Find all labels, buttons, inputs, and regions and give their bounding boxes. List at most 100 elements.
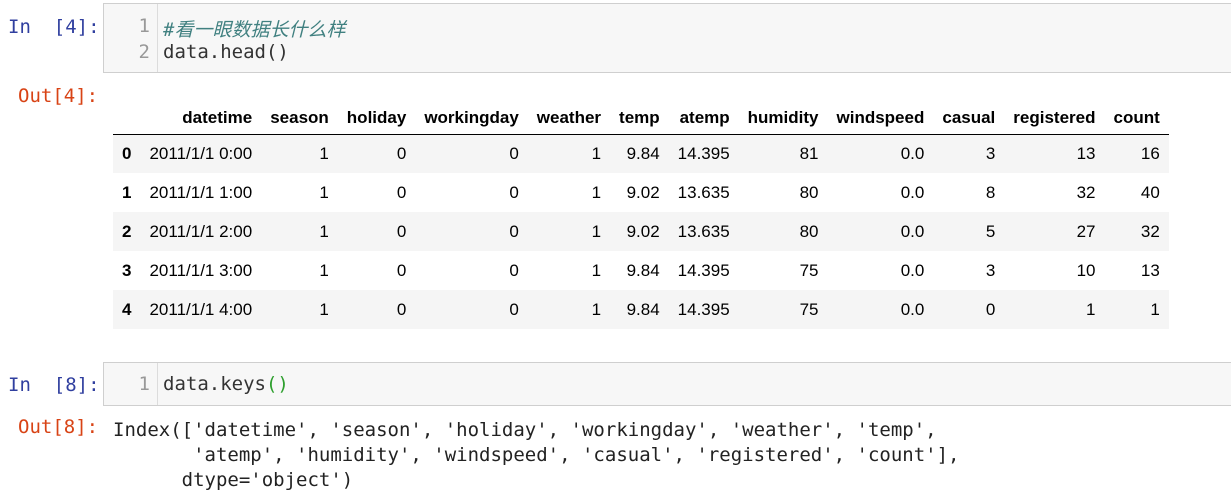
table-cell: 32 bbox=[1140, 221, 1160, 241]
table-cell: 9.84 bbox=[626, 299, 660, 319]
table-cell: 1 bbox=[591, 143, 602, 163]
table-cell: 0 bbox=[509, 143, 519, 163]
column-header: casual bbox=[933, 104, 1005, 135]
table-cell: 0.0 bbox=[900, 299, 925, 319]
row-index: 2 bbox=[122, 221, 132, 241]
column-header-index bbox=[113, 104, 141, 135]
row-index: 1 bbox=[122, 182, 132, 202]
table-row: 1 2011/1/1 1:00 1 0 0 1 9.02 13.635 80 0… bbox=[113, 173, 1169, 212]
line-number: 2 bbox=[138, 41, 150, 63]
table-cell: 14.395 bbox=[677, 299, 730, 319]
code-line[interactable]: data.keys() bbox=[163, 373, 289, 395]
table-cell: 13 bbox=[1076, 143, 1096, 163]
table-cell: 40 bbox=[1140, 182, 1160, 202]
table-cell: 8 bbox=[985, 182, 996, 202]
code-parens: () bbox=[265, 373, 289, 395]
column-header: temp bbox=[610, 104, 669, 135]
code-line[interactable]: data.head() bbox=[163, 41, 289, 63]
column-header: humidity bbox=[738, 104, 828, 135]
table-cell: 13.635 bbox=[677, 221, 730, 241]
table-cell: 0.0 bbox=[900, 221, 925, 241]
table-cell: 1 bbox=[319, 143, 329, 163]
table-cell: 0.0 bbox=[900, 182, 925, 202]
output-line: Index(['datetime', 'season', 'holiday', … bbox=[113, 419, 937, 441]
column-header: workingday bbox=[415, 104, 528, 135]
table-cell: 1 bbox=[1086, 299, 1096, 319]
table-cell: 0 bbox=[509, 299, 519, 319]
table-cell: 10 bbox=[1076, 260, 1096, 280]
table-cell: 2011/1/1 1:00 bbox=[149, 182, 253, 202]
column-header: atemp bbox=[668, 104, 739, 135]
table-row: 3 2011/1/1 3:00 1 0 0 1 9.84 14.395 75 0… bbox=[113, 251, 1169, 290]
table-cell: 2011/1/1 0:00 bbox=[149, 143, 253, 163]
table-cell: 27 bbox=[1076, 221, 1096, 241]
table-cell: 80 bbox=[799, 221, 819, 241]
output-line: 'atemp', 'humidity', 'windspeed', 'casua… bbox=[113, 444, 960, 466]
dataframe-table: datetime season holiday workingday weath… bbox=[113, 104, 1169, 329]
table-cell: 14.395 bbox=[677, 143, 730, 163]
table-cell: 1 bbox=[591, 260, 602, 280]
row-index: 3 bbox=[122, 260, 132, 280]
table-cell: 1 bbox=[591, 221, 602, 241]
table-row: 2 2011/1/1 2:00 1 0 0 1 9.02 13.635 80 0… bbox=[113, 212, 1169, 251]
table-cell: 0 bbox=[985, 299, 996, 319]
output-prompt: Out[4]: bbox=[18, 85, 99, 107]
table-header-row: datetime season holiday workingday weath… bbox=[113, 104, 1169, 135]
table-cell: 32 bbox=[1076, 182, 1096, 202]
table-cell: 0 bbox=[396, 221, 407, 241]
table-cell: 9.02 bbox=[626, 221, 660, 241]
table-cell: 13 bbox=[1140, 260, 1160, 280]
table-cell: 1 bbox=[319, 182, 329, 202]
column-header: datetime bbox=[140, 104, 262, 135]
table-cell: 0 bbox=[396, 299, 407, 319]
row-index: 0 bbox=[122, 143, 132, 163]
code-text: data.keys bbox=[163, 373, 266, 395]
table-cell: 1 bbox=[591, 299, 602, 319]
cell-output-text: Index(['datetime', 'season', 'holiday', … bbox=[113, 418, 959, 493]
table-row: 4 2011/1/1 4:00 1 0 0 1 9.84 14.395 75 0… bbox=[113, 290, 1169, 329]
table-cell: 3 bbox=[985, 260, 996, 280]
table-cell: 9.02 bbox=[626, 182, 660, 202]
input-prompt: In [8]: bbox=[8, 374, 100, 396]
table-cell: 81 bbox=[799, 143, 819, 163]
column-header: season bbox=[261, 104, 338, 135]
row-index: 4 bbox=[122, 299, 132, 319]
table-cell: 80 bbox=[799, 182, 819, 202]
table-cell: 2011/1/1 3:00 bbox=[149, 260, 253, 280]
table-cell: 1 bbox=[319, 260, 329, 280]
code-cell-input[interactable]: 1 2 #看一眼数据长什么样 data.head() bbox=[103, 3, 1231, 73]
table-cell: 14.395 bbox=[677, 260, 730, 280]
line-number: 1 bbox=[138, 373, 150, 395]
table-cell: 0.0 bbox=[900, 260, 925, 280]
table-cell: 1 bbox=[591, 182, 602, 202]
table-cell: 5 bbox=[985, 221, 996, 241]
column-header: count bbox=[1104, 104, 1169, 135]
table-cell: 3 bbox=[985, 143, 996, 163]
table-cell: 2011/1/1 2:00 bbox=[149, 221, 253, 241]
table-cell: 1 bbox=[319, 221, 329, 241]
table-cell: 0 bbox=[509, 260, 519, 280]
table-cell: 0 bbox=[509, 221, 519, 241]
input-prompt: In [4]: bbox=[8, 16, 100, 38]
column-header: holiday bbox=[337, 104, 416, 135]
code-cell-input[interactable]: 1 data.keys() bbox=[103, 362, 1231, 406]
table-cell: 9.84 bbox=[626, 143, 660, 163]
table-cell: 75 bbox=[799, 299, 819, 319]
table-cell: 0 bbox=[396, 143, 407, 163]
table-cell: 0 bbox=[509, 182, 519, 202]
column-header: windspeed bbox=[827, 104, 934, 135]
table-cell: 13.635 bbox=[677, 182, 730, 202]
table-cell: 2011/1/1 4:00 bbox=[149, 299, 253, 319]
table-cell: 16 bbox=[1140, 143, 1160, 163]
column-header: registered bbox=[1004, 104, 1105, 135]
table-row: 0 2011/1/1 0:00 1 0 0 1 9.84 14.395 81 0… bbox=[113, 134, 1169, 173]
table-cell: 75 bbox=[799, 260, 819, 280]
line-number: 1 bbox=[138, 15, 150, 37]
column-header: weather bbox=[527, 104, 611, 135]
code-comment-line[interactable]: #看一眼数据长什么样 bbox=[163, 15, 345, 42]
table-cell: 0 bbox=[396, 182, 407, 202]
table-cell: 1 bbox=[319, 299, 329, 319]
table-cell: 9.84 bbox=[626, 260, 660, 280]
table-cell: 0 bbox=[396, 260, 407, 280]
output-prompt: Out[8]: bbox=[18, 416, 99, 438]
